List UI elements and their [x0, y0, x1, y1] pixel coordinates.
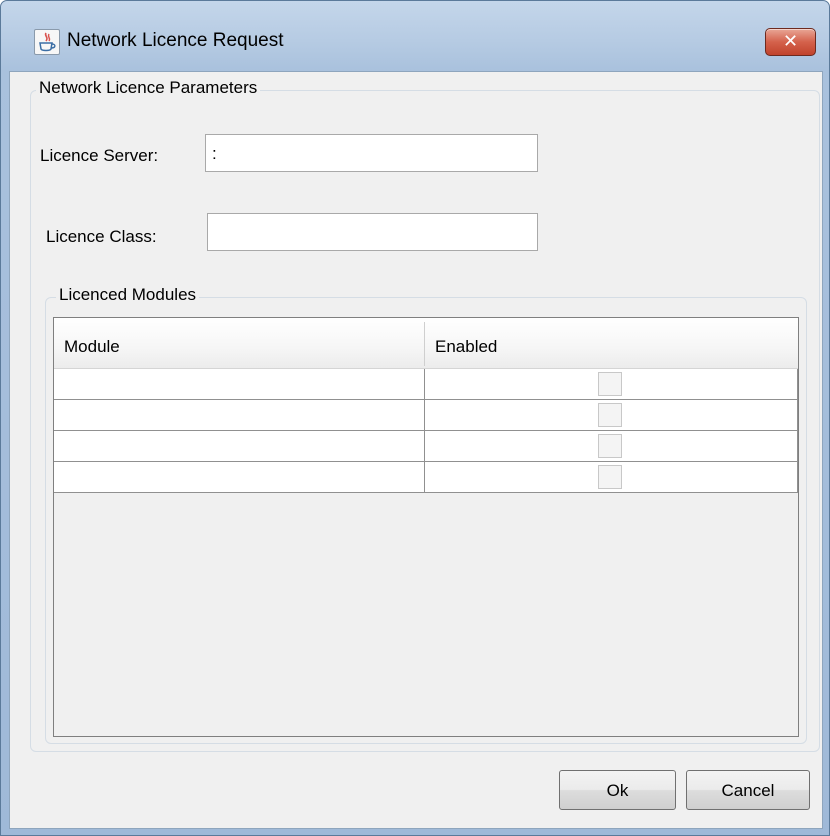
cell-divider	[797, 462, 798, 493]
window-title: Network Licence Request	[67, 30, 284, 51]
cell-divider	[797, 400, 798, 431]
licence-class-label: Licence Class:	[46, 227, 157, 246]
table-row[interactable]	[54, 400, 798, 431]
cancel-button[interactable]: Cancel	[686, 770, 810, 810]
licence-server-input[interactable]: :	[205, 134, 538, 172]
network-licence-parameters-legend: Network Licence Parameters	[36, 78, 261, 98]
table-row[interactable]	[54, 431, 798, 462]
enabled-checkbox[interactable]	[598, 434, 622, 458]
close-button[interactable]: ✕	[765, 28, 816, 56]
licence-server-label: Licence Server:	[40, 146, 159, 165]
cell-divider	[424, 400, 425, 431]
table-row[interactable]	[54, 462, 798, 493]
table-header: Module Enabled	[54, 318, 798, 369]
dialog-window: Network Licence Request ✕ Network Licenc…	[0, 0, 830, 836]
licenced-modules-legend: Licenced Modules	[56, 285, 200, 305]
title-bar[interactable]: Network Licence Request ✕	[1, 1, 829, 71]
dialog-content: Network Licence Parameters Licence Serve…	[9, 71, 823, 829]
cell-divider	[424, 431, 425, 462]
cell-divider	[424, 369, 425, 400]
java-cup-icon	[34, 29, 60, 55]
enabled-checkbox[interactable]	[598, 372, 622, 396]
cell-divider	[424, 462, 425, 493]
ok-button[interactable]: Ok	[559, 770, 676, 810]
table-row[interactable]	[54, 369, 798, 400]
licence-class-input[interactable]	[207, 213, 538, 251]
enabled-checkbox[interactable]	[598, 465, 622, 489]
cell-divider	[797, 369, 798, 400]
column-header-module[interactable]: Module	[54, 318, 424, 368]
modules-table: Module Enabled	[53, 317, 799, 737]
cell-divider	[797, 431, 798, 462]
column-header-enabled[interactable]: Enabled	[425, 318, 797, 368]
enabled-checkbox[interactable]	[598, 403, 622, 427]
